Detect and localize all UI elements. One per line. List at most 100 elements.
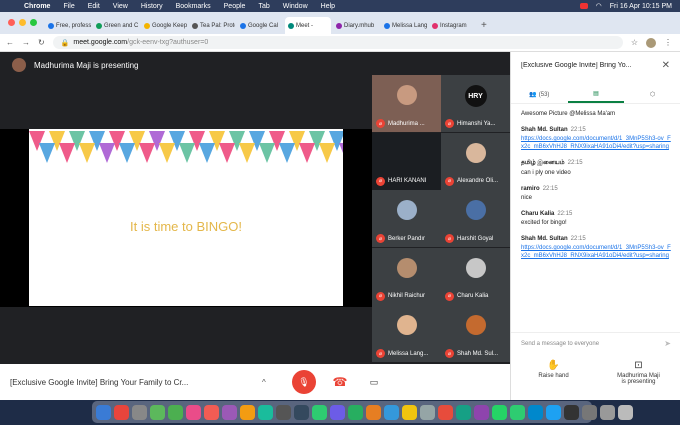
dock-app-icon[interactable] <box>186 404 201 420</box>
participant-tile[interactable]: ⌀ Shah Md. Sul... <box>441 305 510 362</box>
dock-app-icon[interactable] <box>582 404 597 420</box>
clock-text[interactable]: Fri 16 Apr 10:15 PM <box>610 3 672 10</box>
browser-tab[interactable]: Diary.mhub <box>333 17 379 34</box>
shared-screen[interactable]: It is time to BINGO! <box>0 129 372 307</box>
zoom-window-icon[interactable] <box>30 19 37 26</box>
dock-app-icon[interactable] <box>528 404 543 420</box>
participant-tile[interactable]: ⌀ Alexandre Oli... <box>441 132 510 190</box>
tab-people[interactable]: 👥 (53) <box>511 86 568 103</box>
menu-tab[interactable]: Tab <box>258 3 269 10</box>
dock-app-icon[interactable] <box>240 404 255 420</box>
menu-bookmarks[interactable]: Bookmarks <box>176 3 211 10</box>
dock-app-icon[interactable] <box>222 404 237 420</box>
minimize-window-icon[interactable] <box>19 19 26 26</box>
more-menu-icon[interactable]: ⋮ <box>664 38 672 48</box>
menu-help[interactable]: Help <box>321 3 335 10</box>
dock-app-icon[interactable] <box>600 404 615 420</box>
dock-app-icon[interactable] <box>150 404 165 420</box>
chat-message: தமிழ் இனையம் 22:15 can i ply one video <box>521 160 671 177</box>
recording-icon[interactable] <box>579 3 588 9</box>
dock-app-icon[interactable] <box>402 404 417 420</box>
participant-tile[interactable]: ⌀ Nikhil Raichur <box>372 247 441 305</box>
dock-app-icon[interactable] <box>168 404 183 420</box>
browser-tab[interactable]: Meet - <box>285 17 331 34</box>
browser-tab[interactable]: Melissa Lang <box>381 17 427 34</box>
back-icon[interactable]: ← <box>6 38 14 47</box>
url-path: /gck-eenv-txg?authuser=0 <box>127 39 209 46</box>
dock-app-icon[interactable] <box>204 404 219 420</box>
browser-tab[interactable]: Google Cal <box>237 17 283 34</box>
star-icon[interactable]: ☆ <box>631 38 638 48</box>
dock-app-icon[interactable] <box>420 404 435 420</box>
profile-avatar[interactable] <box>646 37 656 48</box>
participant-tile[interactable]: ⌀ Berker Pandır <box>372 190 441 247</box>
dock-app-icon[interactable] <box>276 404 291 420</box>
presenting-status-button[interactable]: ⊡ Madhurima Maji is presenting <box>596 360 680 400</box>
participant-avatar <box>465 200 486 220</box>
browser-tab[interactable]: Google Keep <box>141 17 187 34</box>
dock-app-icon[interactable] <box>96 404 111 420</box>
dock-app-icon[interactable] <box>384 404 399 420</box>
reload-icon[interactable]: ↻ <box>38 38 45 47</box>
dock-app-icon[interactable] <box>114 404 129 420</box>
participant-tile[interactable]: HRY ⌀ Himanshi Ya... <box>441 75 510 132</box>
leave-call-button[interactable]: ☎ <box>328 370 352 394</box>
chat-compose[interactable]: Send a message to everyone ➤ <box>511 332 680 354</box>
tab-activities[interactable]: ⬡ <box>624 86 680 103</box>
chat-input[interactable]: Send a message to everyone <box>521 341 599 347</box>
dock-app-icon[interactable] <box>366 404 381 420</box>
close-window-icon[interactable] <box>8 19 15 26</box>
dock-app-icon[interactable] <box>312 404 327 420</box>
tab-label: Green and C <box>104 22 139 29</box>
dock-app-icon[interactable] <box>510 404 525 420</box>
dock-app-icon[interactable] <box>564 404 579 420</box>
menu-view[interactable]: View <box>113 3 128 10</box>
participant-avatar <box>465 315 486 335</box>
dock-app-icon[interactable] <box>546 404 561 420</box>
dock-app-icon[interactable] <box>456 404 471 420</box>
dock-app-icon[interactable] <box>618 404 633 420</box>
dock-app-icon[interactable] <box>258 404 273 420</box>
meeting-details-title[interactable]: [Exclusive Google Invite] Bring Your Fam… <box>0 378 260 387</box>
url-field[interactable]: 🔒 meet.google.com /gck-eenv-txg?authuser… <box>52 36 623 49</box>
tab-favicon-icon <box>48 22 54 29</box>
browser-tab[interactable]: Instagram <box>429 17 475 34</box>
browser-tab[interactable]: Tea Pal: Prote <box>189 17 235 34</box>
participant-tile[interactable]: ⌀ HARI KANANI <box>372 132 441 190</box>
new-tab-icon[interactable]: + <box>481 20 487 31</box>
menu-history[interactable]: History <box>141 3 163 10</box>
dock-app-icon[interactable] <box>132 404 147 420</box>
participant-tile[interactable]: ⌀ Melissa Lang... <box>372 305 441 362</box>
participant-tile[interactable]: ⌀ Harshit Goyal <box>441 190 510 247</box>
chat-messages[interactable]: Awesome Picture @Melissa Ma'am Shah Md. S… <box>521 108 671 336</box>
wifi-icon[interactable]: ◠ <box>596 2 602 10</box>
forward-icon[interactable]: → <box>22 38 30 47</box>
bunting-flag <box>259 143 275 163</box>
send-icon[interactable]: ➤ <box>664 339 671 348</box>
dock-app-icon[interactable] <box>438 404 453 420</box>
dock-app-icon[interactable] <box>492 404 507 420</box>
tab-chat[interactable]: ▤ <box>567 86 625 103</box>
dock-app-icon[interactable] <box>474 404 489 420</box>
mic-toggle-button[interactable]: 🎙 <box>292 370 316 394</box>
browser-tab[interactable]: Green and C <box>93 17 139 34</box>
menu-people[interactable]: People <box>224 3 246 10</box>
camera-toggle-button[interactable]: ▭ <box>362 370 386 394</box>
participant-tile[interactable]: ⌀ Charu Kalia <box>441 247 510 305</box>
participant-name: Madhurima ... <box>388 120 425 127</box>
browser-tab[interactable]: Free, professi <box>45 17 91 34</box>
menu-window[interactable]: Window <box>283 3 308 10</box>
chat-link[interactable]: https://docs.google.com/document/d/1_3Mn… <box>521 244 671 260</box>
chevron-up-icon[interactable]: ^ <box>262 378 266 387</box>
menu-file[interactable]: File <box>63 3 74 10</box>
participant-tile[interactable]: ⌀ Madhurima ... <box>372 75 441 132</box>
raise-hand-button[interactable]: ✋ Raise hand <box>511 360 596 400</box>
dock-app-icon[interactable] <box>330 404 345 420</box>
chat-link[interactable]: https://docs.google.com/document/d/1_3Mn… <box>521 135 671 151</box>
dock-app-icon[interactable] <box>348 404 363 420</box>
menu-app-chrome[interactable]: Chrome <box>24 3 50 10</box>
bunting-flag <box>299 143 315 163</box>
menu-edit[interactable]: Edit <box>88 3 100 10</box>
dock-app-icon[interactable] <box>294 404 309 420</box>
close-icon[interactable]: ✕ <box>662 60 670 71</box>
